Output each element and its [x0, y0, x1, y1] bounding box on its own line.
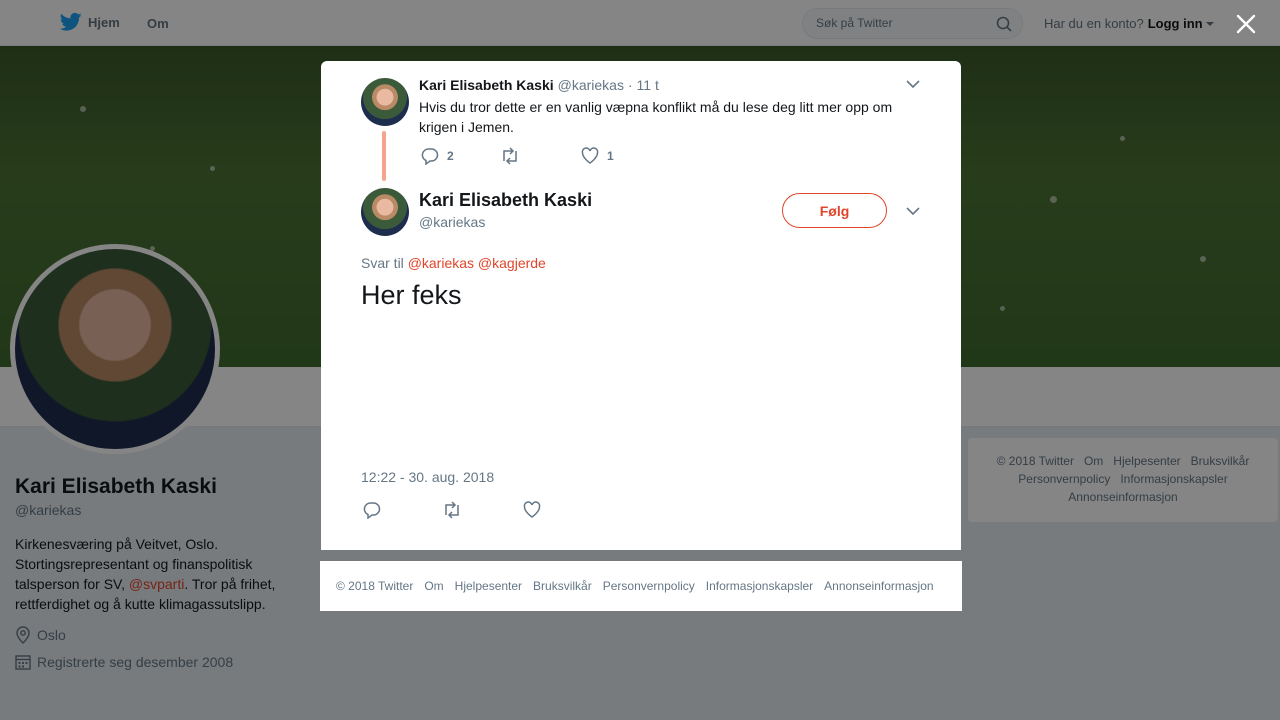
main-reply-button[interactable]: [363, 501, 381, 519]
ancestor-tweet-time[interactable]: · 11 t: [628, 77, 659, 93]
reply-to-line: Svar til @kariekas @kagjerde: [361, 255, 546, 271]
ancestor-author-handle[interactable]: @kariekas: [558, 77, 624, 93]
follow-button[interactable]: Følg: [782, 193, 887, 228]
chevron-down-icon[interactable]: [906, 79, 920, 89]
heart-icon: [581, 147, 599, 164]
ancestor-tweet-avatar[interactable]: [361, 78, 409, 126]
chevron-down-icon[interactable]: [906, 206, 920, 216]
thread-connector-line: [382, 131, 386, 181]
modal-footer-about[interactable]: Om: [424, 579, 443, 593]
modal-footer-help[interactable]: Hjelpesenter: [455, 579, 522, 593]
ancestor-reply-count: 2: [447, 149, 454, 163]
close-icon[interactable]: [1234, 12, 1258, 36]
reply-icon: [421, 148, 439, 165]
modal-footer-cookies[interactable]: Informasjonskapsler: [706, 579, 813, 593]
main-like-button[interactable]: [523, 501, 541, 519]
reply-icon: [363, 502, 381, 519]
retweet-icon: [503, 147, 517, 165]
modal-footer-terms[interactable]: Bruksvilkår: [533, 579, 592, 593]
modal-footer-ads[interactable]: Annonseinformasjon: [824, 579, 933, 593]
main-tweet-avatar[interactable]: [361, 188, 409, 236]
ancestor-author-name[interactable]: Kari Elisabeth Kaski: [419, 77, 554, 93]
main-tweet-timestamp[interactable]: 12:22 - 30. aug. 2018: [361, 469, 494, 485]
ancestor-like-count: 1: [607, 149, 614, 163]
main-author-handle[interactable]: @kariekas: [419, 214, 485, 230]
ancestor-tweet-header: Kari Elisabeth Kaski @kariekas · 11 t: [419, 77, 659, 93]
tweet-modal: Kari Elisabeth Kaski @kariekas · 11 t Hv…: [321, 61, 961, 550]
reply-to-mention-1[interactable]: @kariekas: [408, 255, 474, 271]
reply-to-label: Svar til: [361, 255, 404, 271]
ancestor-like-button[interactable]: 1: [581, 147, 614, 165]
retweet-icon: [445, 501, 459, 519]
main-retweet-button[interactable]: [442, 501, 462, 519]
ancestor-tweet-text: Hvis du tror dette er en vanlig væpna ko…: [419, 99, 893, 135]
modal-footer: © 2018 Twitter Om Hjelpesenter Bruksvilkår P…: [320, 561, 962, 611]
main-author-name[interactable]: Kari Elisabeth Kaski: [419, 190, 592, 211]
reply-to-mention-2[interactable]: @kagjerde: [478, 255, 546, 271]
ancestor-retweet-button[interactable]: [500, 147, 520, 165]
modal-footer-copyright: © 2018 Twitter: [336, 579, 414, 593]
modal-footer-privacy[interactable]: Personvernpolicy: [603, 579, 695, 593]
main-tweet-text: Her feks: [361, 280, 462, 310]
ancestor-reply-button[interactable]: 2: [421, 147, 454, 165]
heart-icon: [523, 501, 541, 518]
